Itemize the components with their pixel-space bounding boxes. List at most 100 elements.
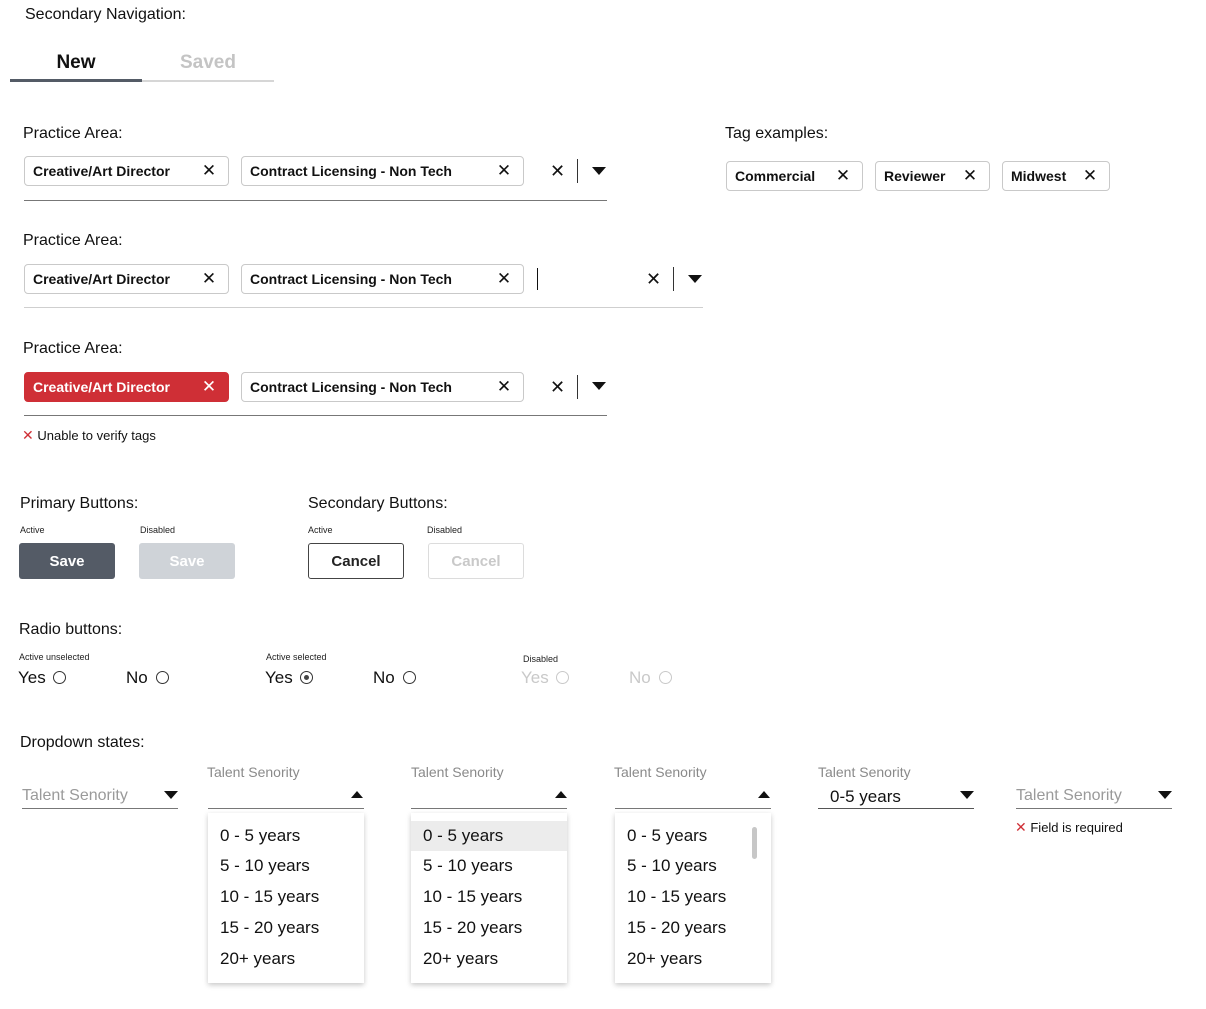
dropdown-selected-value: 0-5 years — [830, 787, 901, 806]
dropdown-option-hover[interactable]: 0 - 5 years — [411, 821, 567, 851]
tab-saved[interactable]: Saved — [142, 52, 274, 74]
tag-chip-label: Reviewer — [884, 168, 946, 184]
dropdown-label: Talent Senority — [614, 764, 707, 780]
secondary-nav-heading: Secondary Navigation: — [25, 6, 186, 23]
chevron-down-icon[interactable] — [164, 791, 178, 799]
radio-yes[interactable] — [53, 671, 66, 684]
dropdown-placeholder: Talent Senority — [22, 787, 128, 804]
clear-all-icon[interactable]: ✕ — [550, 161, 565, 181]
dropdown-option[interactable]: 10 - 15 years — [615, 882, 771, 912]
close-icon[interactable]: ✕ — [834, 166, 852, 186]
chevron-down-icon[interactable] — [592, 382, 606, 390]
text-cursor[interactable] — [537, 268, 538, 290]
dropdown-label: Talent Senority — [207, 764, 300, 780]
dropdown-option[interactable]: 15 - 20 years — [411, 913, 567, 943]
dropdown-option[interactable]: 5 - 10 years — [615, 851, 771, 881]
close-icon[interactable]: ✕ — [1081, 166, 1099, 186]
field-underline — [24, 415, 607, 416]
dropdown-option[interactable]: 15 - 20 years — [615, 913, 771, 943]
cancel-button-disabled: Cancel — [428, 543, 524, 579]
close-icon[interactable]: ✕ — [200, 269, 218, 289]
dropdown-underline[interactable] — [1016, 808, 1172, 809]
chevron-up-icon[interactable] — [351, 791, 363, 798]
tab-new[interactable]: New — [10, 52, 142, 74]
dropdown-option[interactable]: 0 - 5 years — [615, 821, 771, 851]
radio-no-label: No — [629, 668, 651, 687]
radio-yes-label: Yes — [521, 668, 549, 687]
close-icon[interactable]: ✕ — [200, 377, 218, 397]
practice-area-label: Practice Area: — [23, 340, 123, 357]
dropdown-label: Talent Senority — [411, 764, 504, 780]
divider — [577, 375, 578, 399]
dropdown-underline[interactable] — [818, 808, 974, 809]
state-label: Active unselected — [19, 652, 90, 662]
state-label: Disabled — [523, 654, 559, 664]
clear-all-icon[interactable]: ✕ — [550, 377, 565, 397]
tab-saved-indicator — [142, 80, 274, 82]
clear-all-icon[interactable]: ✕ — [646, 269, 661, 289]
primary-buttons-label: Primary Buttons: — [20, 495, 139, 512]
dropdown-option[interactable]: 10 - 15 years — [411, 882, 567, 912]
radio-no-label: No — [126, 668, 148, 687]
tag-chip-label: Contract Licensing - Non Tech — [250, 271, 452, 287]
dropdown-option[interactable]: 15 - 20 years — [208, 913, 364, 943]
chevron-up-icon[interactable] — [758, 791, 770, 798]
tab-new-indicator — [10, 79, 142, 82]
tag-chip: Reviewer ✕ — [875, 161, 990, 191]
field-underline — [24, 307, 703, 308]
practice-area-label: Practice Area: — [23, 125, 123, 142]
save-button[interactable]: Save — [19, 543, 115, 579]
radio-yes-disabled — [556, 671, 569, 684]
radio-no[interactable] — [156, 671, 169, 684]
chevron-down-icon[interactable] — [1158, 791, 1172, 799]
dropdown-menu: 0 - 5 years 5 - 10 years 10 - 15 years 1… — [411, 813, 567, 983]
chevron-down-icon[interactable] — [960, 791, 974, 799]
chevron-down-icon[interactable] — [592, 167, 606, 175]
practice-area-label: Practice Area: — [23, 232, 123, 249]
close-icon[interactable]: ✕ — [495, 161, 513, 181]
tag-examples-label: Tag examples: — [725, 125, 829, 142]
close-icon[interactable]: ✕ — [495, 377, 513, 397]
dropdown-option[interactable]: 20+ years — [411, 944, 567, 974]
dropdown-option[interactable]: 5 - 10 years — [208, 851, 364, 881]
tag-chip: Contract Licensing - Non Tech ✕ — [241, 372, 524, 402]
dropdown-option[interactable]: 20+ years — [615, 944, 771, 974]
close-icon[interactable]: ✕ — [961, 166, 979, 186]
chevron-up-icon[interactable] — [555, 791, 567, 798]
tag-chip-label: Midwest — [1011, 168, 1067, 184]
dropdown-placeholder: Talent Senority — [1016, 787, 1122, 804]
divider — [577, 159, 578, 183]
dropdown-menu: 0 - 5 years 5 - 10 years 10 - 15 years 1… — [208, 813, 364, 983]
radio-no-label: No — [373, 668, 395, 687]
cancel-button[interactable]: Cancel — [308, 543, 404, 579]
radio-no[interactable] — [403, 671, 416, 684]
dropdown-underline[interactable] — [615, 808, 771, 809]
secondary-buttons-label: Secondary Buttons: — [308, 495, 448, 512]
tag-chip-label: Creative/Art Director — [33, 271, 170, 287]
dropdown-option[interactable]: 20+ years — [208, 944, 364, 974]
tag-chip-label: Contract Licensing - Non Tech — [250, 379, 452, 395]
dropdown-underline[interactable] — [208, 808, 364, 809]
radio-yes-selected[interactable] — [300, 671, 313, 684]
dropdown-option[interactable]: 5 - 10 years — [411, 851, 567, 881]
tag-chip: Creative/Art Director ✕ — [24, 264, 229, 294]
state-label: Disabled — [427, 525, 463, 535]
tag-chip-error: Creative/Art Director ✕ — [24, 372, 229, 402]
tag-chip-label: Contract Licensing - Non Tech — [250, 163, 452, 179]
error-text: Field is required — [1030, 820, 1123, 835]
close-icon[interactable]: ✕ — [495, 269, 513, 289]
tag-chip-label: Creative/Art Director — [33, 163, 170, 179]
state-label: Active selected — [266, 652, 327, 662]
chevron-down-icon[interactable] — [688, 275, 702, 283]
dropdown-label: Talent Senority — [818, 764, 911, 780]
dropdown-underline[interactable] — [22, 808, 178, 809]
close-icon[interactable]: ✕ — [200, 161, 218, 181]
state-label: Disabled — [140, 525, 176, 535]
error-x-icon: ✕ — [22, 427, 34, 443]
dropdown-option[interactable]: 10 - 15 years — [208, 882, 364, 912]
dropdown-underline[interactable] — [411, 808, 567, 809]
error-message: ✕ Unable to verify tags — [22, 427, 156, 444]
dropdown-scrollbar[interactable] — [752, 827, 757, 859]
dropdown-option[interactable]: 0 - 5 years — [208, 821, 364, 851]
error-x-icon: ✕ — [1015, 819, 1027, 835]
